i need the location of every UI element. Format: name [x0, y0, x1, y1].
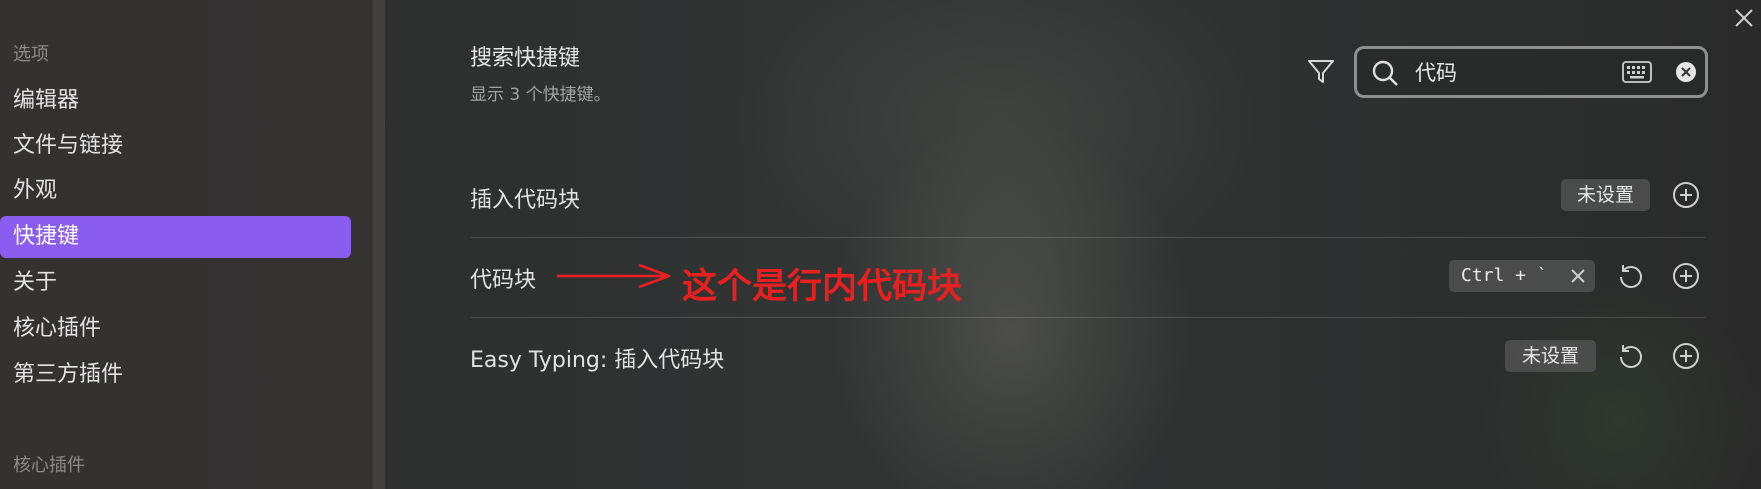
hotkey-search-box[interactable]	[1354, 46, 1708, 98]
reset-icon[interactable]	[1615, 341, 1645, 371]
reset-icon[interactable]	[1615, 261, 1645, 291]
sidebar-item-about[interactable]: 关于	[0, 262, 351, 304]
sidebar-item-hotkeys[interactable]: 快捷键	[0, 216, 351, 258]
hotkey-unset-tag[interactable]: 未设置	[1561, 179, 1650, 211]
sidebar-item-files-links[interactable]: 文件与链接	[0, 125, 351, 167]
hotkey-row-label-code-block: 代码块	[470, 268, 537, 293]
page-title: 搜索快捷键	[470, 46, 581, 71]
search-icon	[1372, 60, 1398, 86]
annotation-arrow	[557, 263, 671, 289]
settings-sidebar: 选项 编辑器 文件与链接 外观 快捷键 关于 核心插件 第三方插件 核心插件	[0, 0, 373, 489]
sidebar-item-community-plugins[interactable]: 第三方插件	[0, 354, 351, 396]
sidebar-item-core-plugins[interactable]: 核心插件	[0, 308, 351, 350]
sidebar-item-appearance[interactable]: 外观	[0, 170, 351, 212]
sidebar-item-editor[interactable]: 编辑器	[0, 80, 351, 122]
sidebar-scrollbar[interactable]	[373, 0, 385, 489]
sidebar-heading-core-plugins: 核心插件	[13, 455, 85, 476]
keyboard-icon[interactable]	[1622, 61, 1652, 83]
hotkey-ctrl-backtick-tag[interactable]: Ctrl + `	[1449, 260, 1595, 292]
clear-icon[interactable]	[1675, 61, 1697, 83]
annotation-text: 这个是行内代码块	[682, 267, 963, 307]
row-divider	[470, 237, 1706, 238]
add-icon[interactable]	[1671, 180, 1701, 210]
add-icon[interactable]	[1671, 341, 1701, 371]
row-divider	[470, 317, 1706, 318]
close-icon[interactable]	[1732, 6, 1756, 30]
sidebar-heading-options: 选项	[13, 44, 49, 65]
add-icon[interactable]	[1671, 261, 1701, 291]
result-count: 显示 3 个快捷键。	[470, 85, 611, 105]
search-input[interactable]	[1415, 57, 1605, 87]
hotkey-row-label-insert-code-block: 插入代码块	[470, 188, 581, 213]
hotkey-unset-tag[interactable]: 未设置	[1505, 340, 1596, 372]
filter-icon[interactable]	[1305, 55, 1337, 87]
hotkey-tag-text: Ctrl + `	[1461, 265, 1548, 286]
remove-icon[interactable]	[1569, 267, 1587, 285]
hotkey-row-label-easy-typing: Easy Typing: 插入代码块	[470, 348, 725, 373]
